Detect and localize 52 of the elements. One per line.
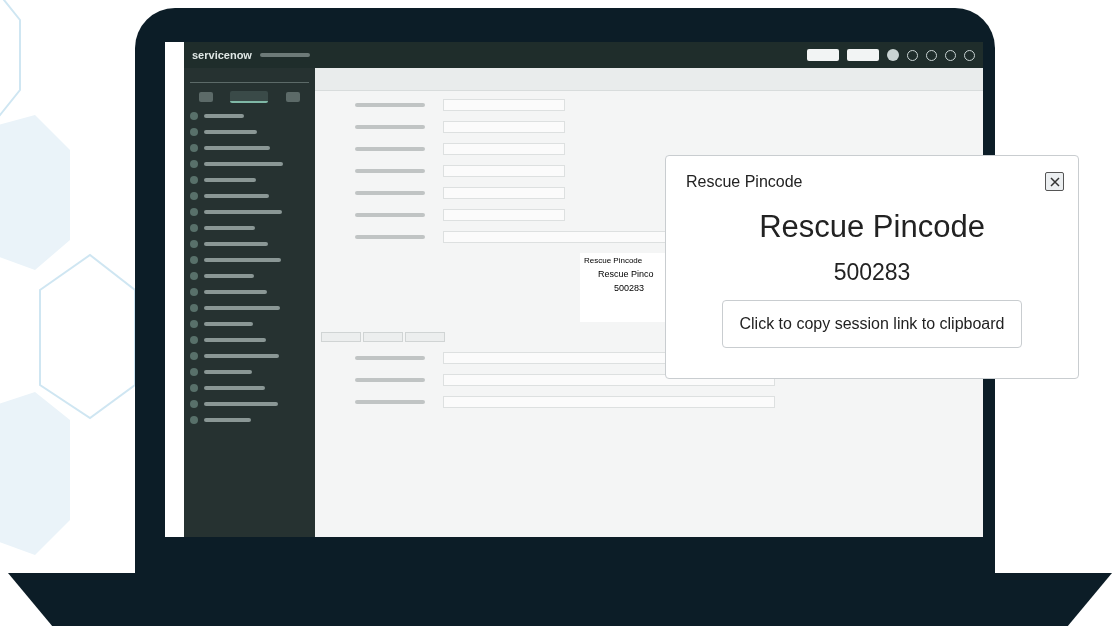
pin-code: 500283 bbox=[613, 283, 644, 293]
text-placeholder-bar[interactable] bbox=[204, 274, 254, 278]
input-field[interactable] bbox=[443, 121, 565, 133]
text-placeholder-bar[interactable] bbox=[204, 322, 253, 326]
text-placeholder-bar bbox=[355, 213, 425, 217]
text-placeholder-bar bbox=[355, 147, 425, 151]
text-placeholder-bar[interactable] bbox=[204, 178, 256, 182]
text-placeholder-bar[interactable] bbox=[204, 290, 267, 294]
card-header: Rescue Pincode bbox=[583, 256, 643, 265]
text-placeholder-bar bbox=[355, 103, 425, 107]
text-placeholder-bar[interactable] bbox=[204, 370, 252, 374]
text-placeholder-bar[interactable] bbox=[204, 338, 266, 342]
text-placeholder-bar bbox=[355, 400, 425, 404]
dialog-title: Rescue Pincode bbox=[686, 172, 803, 191]
text-placeholder-bar[interactable] bbox=[204, 306, 280, 310]
text-placeholder-bar[interactable] bbox=[204, 258, 281, 262]
text-placeholder-bar[interactable] bbox=[204, 162, 283, 166]
input-field[interactable] bbox=[443, 396, 775, 408]
text-placeholder-bar[interactable] bbox=[204, 386, 265, 390]
tab[interactable] bbox=[230, 91, 269, 103]
text-placeholder-bar[interactable] bbox=[204, 418, 251, 422]
text-placeholder-bar[interactable] bbox=[204, 354, 279, 358]
text-placeholder-bar[interactable] bbox=[204, 226, 255, 230]
text-placeholder-bar[interactable] bbox=[204, 114, 244, 118]
text-placeholder-bar bbox=[355, 378, 425, 382]
text-placeholder-bar bbox=[259, 53, 310, 57]
input-field[interactable] bbox=[443, 209, 565, 221]
text-placeholder-bar[interactable] bbox=[204, 130, 257, 134]
text-placeholder-bar[interactable] bbox=[204, 146, 270, 150]
text-placeholder-bar[interactable] bbox=[204, 242, 268, 246]
text-placeholder-bar[interactable] bbox=[204, 194, 269, 198]
input-field[interactable] bbox=[443, 99, 565, 111]
close-button[interactable] bbox=[1045, 172, 1064, 191]
dropdown-field[interactable] bbox=[847, 49, 879, 61]
input-field[interactable] bbox=[443, 165, 565, 177]
input-field[interactable] bbox=[443, 143, 565, 155]
input-field[interactable] bbox=[443, 187, 565, 199]
text-placeholder-bar bbox=[355, 169, 425, 173]
close-icon bbox=[1049, 176, 1060, 187]
text-placeholder-bar[interactable] bbox=[204, 210, 282, 214]
logo: servicenow bbox=[192, 49, 252, 61]
pincode-title: Rescue Pincode bbox=[759, 209, 985, 245]
dropdown-field[interactable] bbox=[807, 49, 839, 61]
text-placeholder-bar bbox=[355, 191, 425, 195]
avatar-icon[interactable] bbox=[887, 49, 899, 61]
copy-link-button[interactable]: Click to copy session link to clipboard bbox=[722, 300, 1022, 348]
pin-code: 500283 bbox=[833, 259, 911, 286]
text-placeholder-bar bbox=[355, 235, 425, 239]
text-placeholder-bar[interactable] bbox=[204, 402, 278, 406]
card-title: Rescue Pinco bbox=[598, 269, 654, 279]
text-placeholder-bar bbox=[355, 125, 425, 129]
text-placeholder-bar bbox=[355, 356, 425, 360]
